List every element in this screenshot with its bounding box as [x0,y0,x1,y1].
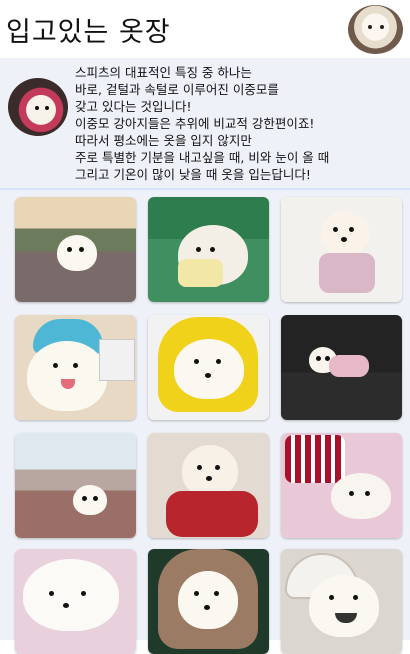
sign-board [99,339,135,381]
intro-avatar-eye-right [45,106,49,110]
photo-dog-striped-outfit[interactable] [281,433,402,538]
photo-dog-yellow-shirt[interactable] [148,197,269,302]
intro-line: 스피츠의 대표적인 특징 중 하나는 [75,65,252,80]
dog-figure [309,575,379,637]
red-jacket [166,491,258,537]
page-title: 입고있는 옷장 [6,17,171,48]
dog-figure [73,485,107,515]
avatar-eye-right [380,25,384,29]
intro-line: 그리고 기온이 많이 낮을 때 옷을 입는답니다! [75,167,311,182]
header: 입고있는 옷장 [0,0,410,58]
pink-shirt [329,355,369,377]
photo-dog-lying-close[interactable] [15,549,136,654]
photo-dog-white-cap[interactable] [281,549,402,654]
dog-figure [23,559,119,631]
dog-figure [57,235,97,271]
photo-dog-blue-hat[interactable] [15,315,136,420]
dog-figure [27,341,107,411]
dog-figure [331,473,391,519]
dog-figure [182,445,238,497]
intro-line: 주로 특별한 기분을 내고싶을 때, 비와 눈이 올 때 [75,150,330,165]
photo-dog-playground[interactable] [15,433,136,538]
photo-dog-on-leash-park[interactable] [15,197,136,302]
avatar-eye-left [368,25,372,29]
intro-avatar [8,78,68,136]
intro-text: 스피츠의 대표적인 특징 중 하나는 바로, 겉털과 속털로 이루어진 이중모를… [75,64,405,183]
photo-gallery [0,190,410,654]
intro-line: 갖고 있다는 것입니다! [75,99,192,114]
dog-figure [174,339,244,399]
striped-outfit [285,435,345,483]
photo-dog-pink-shirt[interactable] [281,197,402,302]
photo-dog-red-jacket[interactable] [148,433,269,538]
intro-line: 이중모 강아지들은 추위에 비교적 강한편이죠! [75,116,315,131]
dog-figure [321,211,369,255]
intro-line: 따라서 평소에는 옷을 입지 않지만 [75,133,252,148]
dog-figure [178,571,238,629]
photo-dog-brown-towel[interactable] [148,549,269,654]
yellow-shirt [178,259,223,287]
intro-avatar-eye-left [35,106,39,110]
intro-line: 바로, 겉털과 속털로 이루어진 이중모를 [75,82,279,97]
profile-avatar[interactable] [348,5,403,54]
pink-shirt [319,253,375,293]
intro-panel: 스피츠의 대표적인 특징 중 하나는 바로, 겉털과 속털로 이루어진 이중모를… [0,58,410,190]
photo-dog-dark-floor[interactable] [281,315,402,420]
photo-dog-yellow-raincoat[interactable] [148,315,269,420]
